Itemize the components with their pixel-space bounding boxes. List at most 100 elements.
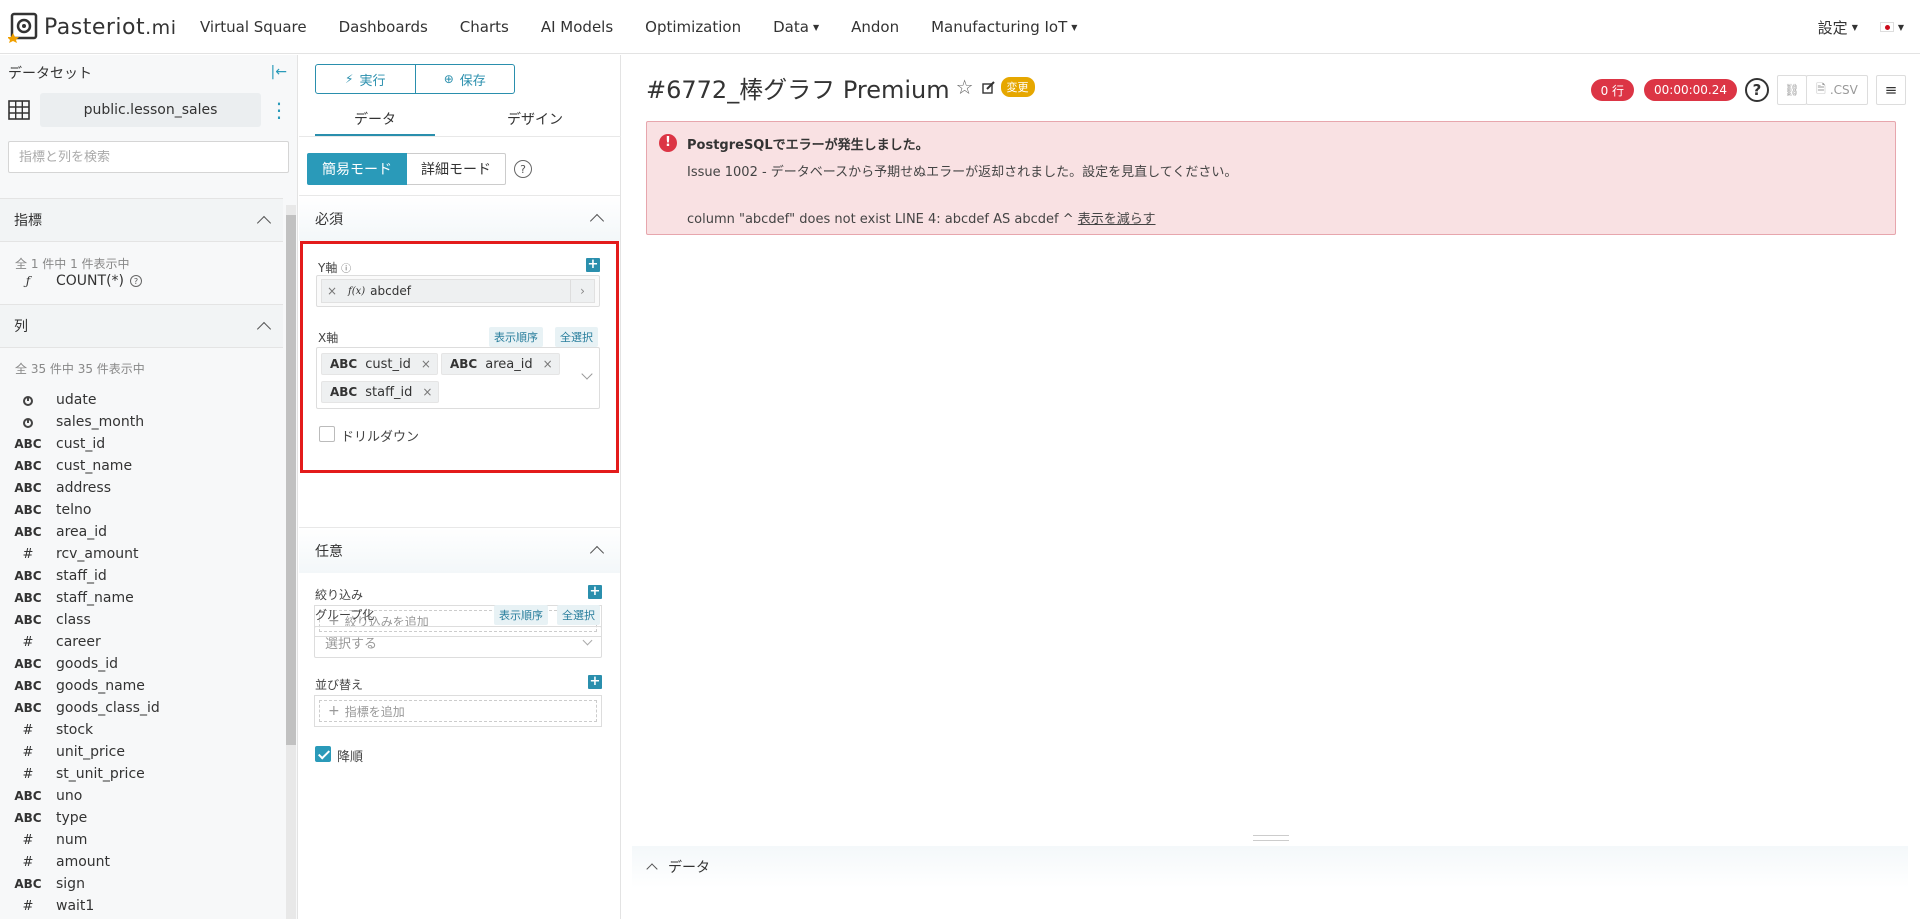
column-item[interactable]: # stock [0, 719, 283, 741]
hamburger-menu-icon[interactable]: ≡ [1876, 75, 1906, 105]
csv-export-button[interactable]: 🗎 .CSV [1806, 75, 1868, 105]
column-item[interactable]: ABC goods_id [0, 653, 283, 675]
string-type-icon: ABC [14, 679, 42, 693]
descending-checkbox[interactable] [315, 746, 331, 762]
show-less-link[interactable]: 表示を減らす [1078, 212, 1156, 227]
metric-item[interactable]: ƒ COUNT(*) ? [0, 270, 283, 292]
metrics-section-header[interactable]: 指標 [0, 198, 283, 242]
column-item[interactable]: # amount [0, 851, 283, 873]
x-chip-area-id[interactable]: ABC area_id × [441, 353, 560, 375]
column-item[interactable]: ABC address [0, 477, 283, 499]
changed-badge: 変更 [1000, 77, 1035, 97]
sidebar-scrollbar[interactable] [286, 205, 296, 919]
query-time-badge: 00:00:00.24 [1644, 79, 1737, 101]
y-axis-metric-chip[interactable]: × f(x) abcdef › [321, 279, 595, 303]
help-icon[interactable]: ? [130, 275, 142, 287]
add-y-axis-button[interactable]: + [586, 258, 600, 272]
group-select-all-button[interactable]: 全選択 [557, 605, 600, 625]
column-name: type [56, 810, 88, 826]
column-item[interactable]: sales_month [0, 411, 283, 433]
column-item[interactable]: ABC staff_id [0, 565, 283, 587]
chevron-up-icon [589, 213, 605, 229]
column-item[interactable]: ABC class [0, 609, 283, 631]
scrollbar-thumb[interactable] [286, 215, 296, 745]
settings-dropdown[interactable]: 設定 ▼ [1818, 17, 1858, 38]
string-type-icon: ABC [14, 613, 42, 627]
dataset-menu-kebab-icon[interactable]: ⋮ [269, 100, 289, 120]
run-button[interactable]: ⚡ 実行 [315, 64, 416, 94]
search-input[interactable] [19, 149, 278, 165]
edit-icon[interactable] [981, 80, 995, 94]
help-icon[interactable]: ? [514, 160, 532, 178]
column-item[interactable]: # st_unit_price [0, 763, 283, 785]
remove-icon[interactable]: × [421, 357, 431, 371]
resize-handle[interactable] [1253, 835, 1289, 841]
column-item[interactable]: udate [0, 389, 283, 411]
panel-tabs: データ デザイン [299, 103, 621, 137]
y-metric-name: abcdef [370, 284, 411, 298]
clock-icon [0, 393, 56, 407]
columns-list: udate sales_month ABC cust_id ABC cust_name AB… [0, 389, 283, 917]
column-item[interactable]: # career [0, 631, 283, 653]
tab-design[interactable]: デザイン [475, 103, 595, 136]
save-label: 保存 [459, 73, 486, 89]
nav-virtual-square[interactable]: Virtual Square [200, 18, 307, 36]
save-button[interactable]: ⊕ 保存 [415, 64, 515, 94]
nav-ai-models[interactable]: AI Models [541, 18, 613, 36]
x-axis-select-all-button[interactable]: 全選択 [555, 327, 598, 347]
column-item[interactable]: # rcv_amount [0, 543, 283, 565]
drilldown-checkbox[interactable] [319, 426, 335, 442]
x-axis-order-button[interactable]: 表示順序 [489, 327, 543, 347]
nav-charts[interactable]: Charts [460, 18, 509, 36]
star-icon[interactable]: ☆ [956, 75, 974, 99]
column-name: amount [56, 854, 111, 870]
sidebar-title: データセット [8, 66, 92, 82]
nav-optimization[interactable]: Optimization [645, 18, 741, 36]
x-chip-staff-id[interactable]: ABC staff_id × [321, 381, 440, 403]
optional-section-header[interactable]: 任意 [299, 527, 620, 573]
nav-manufacturing-iot-dropdown[interactable]: Manufacturing IoT ▼ [931, 18, 1077, 36]
chevron-right-icon[interactable]: › [570, 280, 594, 302]
required-section-header[interactable]: 必須 [299, 195, 620, 241]
link-icon[interactable]: ⛓ [1777, 75, 1807, 105]
column-item[interactable]: # num [0, 829, 283, 851]
dataset-selector[interactable]: public.lesson_sales [40, 93, 261, 127]
column-item[interactable]: ABC goods_name [0, 675, 283, 697]
column-item[interactable]: ABC uno [0, 785, 283, 807]
column-item[interactable]: ABC cust_name [0, 455, 283, 477]
tab-data[interactable]: データ [315, 103, 435, 136]
column-item[interactable]: ABC type [0, 807, 283, 829]
column-item[interactable]: ABC telno [0, 499, 283, 521]
columns-section-header[interactable]: 列 [0, 304, 283, 348]
column-item[interactable]: ABC goods_class_id [0, 697, 283, 719]
group-placeholder: 選択する [325, 636, 378, 652]
x-chip-cust-id[interactable]: ABC cust_id × [321, 353, 438, 375]
columns-count: 全 35 件中 35 件表示中 [15, 362, 145, 376]
column-item[interactable]: ABC cust_id [0, 433, 283, 455]
detail-mode-button[interactable]: 詳細モード [407, 153, 506, 185]
remove-icon[interactable]: × [322, 284, 342, 298]
add-sort-button[interactable]: + [588, 675, 602, 689]
group-select[interactable]: 選択する [314, 626, 602, 658]
column-item[interactable]: # unit_price [0, 741, 283, 763]
add-sort-target[interactable]: + 指標を追加 [319, 700, 597, 722]
column-item[interactable]: ABC sign [0, 873, 283, 895]
collapse-sidebar-icon[interactable]: |← [271, 64, 287, 80]
x-axis-field[interactable]: ABC cust_id × ABC area_id × ABC staff_id × [316, 347, 600, 409]
group-order-button[interactable]: 表示順序 [494, 605, 548, 625]
metric-name: COUNT(*) [56, 273, 124, 289]
column-item[interactable]: ABC area_id [0, 521, 283, 543]
brand-logo[interactable]: Pasteriot.mi [7, 10, 176, 44]
column-item[interactable]: ABC staff_name [0, 587, 283, 609]
nav-dashboards[interactable]: Dashboards [339, 18, 428, 36]
help-icon[interactable]: ? [1745, 78, 1769, 102]
add-filter-button[interactable]: + [588, 585, 602, 599]
nav-data-dropdown[interactable]: Data ▼ [773, 18, 819, 36]
nav-andon[interactable]: Andon [851, 18, 899, 36]
data-section-toggle[interactable]: データ [632, 846, 1908, 888]
language-dropdown[interactable]: ▼ [1879, 22, 1904, 32]
column-item[interactable]: # wait1 [0, 895, 283, 917]
remove-icon[interactable]: × [422, 385, 432, 399]
simple-mode-button[interactable]: 簡易モード [307, 153, 407, 185]
remove-icon[interactable]: × [543, 357, 553, 371]
